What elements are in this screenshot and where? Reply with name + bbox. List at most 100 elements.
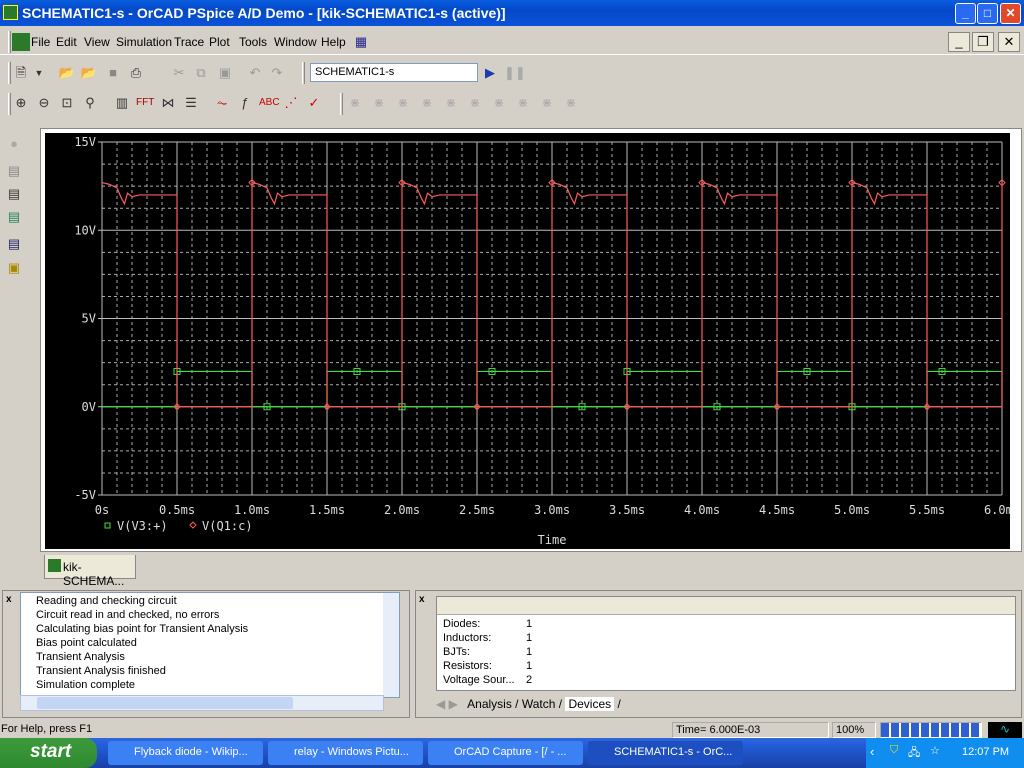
cursor-peak-icon[interactable]: ⋇ bbox=[346, 94, 364, 112]
task-button[interactable]: Flyback diode - Wikip... bbox=[108, 741, 263, 765]
next-transition-icon[interactable]: ⋇ bbox=[514, 94, 532, 112]
zoom-out-icon[interactable]: ⊖ bbox=[35, 94, 53, 112]
close-panel-icon[interactable]: x bbox=[419, 594, 425, 605]
chevron-down-icon[interactable]: ▼ bbox=[30, 64, 48, 82]
waveform-status-icon: ∿ bbox=[988, 722, 1022, 738]
prev-transition-icon[interactable]: ⋇ bbox=[538, 94, 556, 112]
x-axis-label: Time bbox=[538, 533, 567, 547]
schematic-icon[interactable]: ▣ bbox=[5, 259, 23, 277]
status-help: For Help, press F1 bbox=[1, 723, 93, 735]
sim-settings-icon[interactable]: ▤ bbox=[5, 162, 23, 180]
doc-restore-button[interactable]: ❐ bbox=[972, 32, 994, 52]
print-icon[interactable]: ⎙ bbox=[127, 64, 145, 82]
cursor-search-icon[interactable]: ⋇ bbox=[490, 94, 508, 112]
new-icon[interactable]: 🗎 bbox=[12, 64, 30, 82]
save-icon[interactable]: ■ bbox=[104, 64, 122, 82]
add-trace-icon[interactable]: ⏦ bbox=[213, 94, 231, 112]
menu-simulation[interactable]: Simulation bbox=[116, 35, 172, 49]
redo-icon[interactable]: ↷ bbox=[268, 64, 286, 82]
zoom-area-icon[interactable]: ⊡ bbox=[58, 94, 76, 112]
paste-icon[interactable]: ▣ bbox=[216, 64, 234, 82]
device-count: 1 bbox=[526, 618, 533, 630]
device-count: 2 bbox=[526, 674, 533, 686]
open-icon[interactable]: 📂 bbox=[58, 64, 76, 82]
log-x-icon[interactable]: ▥ bbox=[113, 94, 131, 112]
maximize-button[interactable]: □ bbox=[977, 3, 998, 24]
menu-view[interactable]: View bbox=[84, 35, 110, 49]
menu-help[interactable]: Help bbox=[321, 35, 346, 49]
view-sim-icon[interactable]: ▤ bbox=[5, 208, 23, 226]
mark-label-icon[interactable]: ⋇ bbox=[562, 94, 580, 112]
undo-icon[interactable]: ↶ bbox=[246, 64, 264, 82]
cursor-slope-icon[interactable]: ⋇ bbox=[394, 94, 412, 112]
close-button[interactable]: ✕ bbox=[1000, 3, 1021, 24]
mark-points-icon[interactable]: ⋰ bbox=[282, 94, 300, 112]
tray-expand-icon[interactable]: ‹ bbox=[870, 744, 874, 759]
tab-watch[interactable]: Watch bbox=[522, 697, 556, 711]
cursor-icon[interactable]: ✓ bbox=[305, 94, 323, 112]
zoom-fit-icon[interactable]: ⚲ bbox=[81, 94, 99, 112]
taskbar: start Flyback diode - Wikip... relay - W… bbox=[0, 738, 1024, 768]
legend-marker bbox=[104, 522, 111, 529]
cut-icon[interactable]: ✂ bbox=[170, 64, 188, 82]
label-icon[interactable]: ABC bbox=[259, 94, 280, 112]
simulation-profile-select[interactable]: SCHEMATIC1-s bbox=[310, 63, 478, 82]
doc-close-button[interactable]: ✕ bbox=[998, 32, 1020, 52]
vertical-scrollbar[interactable] bbox=[383, 593, 399, 697]
task-button[interactable]: OrCAD Capture - [/ - ... bbox=[428, 741, 583, 765]
probe-icon[interactable]: ● bbox=[5, 135, 23, 153]
log-y-icon[interactable]: ☰ bbox=[182, 94, 200, 112]
cursor-point-icon[interactable]: ⋇ bbox=[466, 94, 484, 112]
tab-analysis[interactable]: Analysis bbox=[467, 697, 512, 711]
log-line: Simulation complete bbox=[36, 679, 136, 691]
eval-goal-icon[interactable]: ƒ bbox=[236, 94, 254, 112]
cursor-min-icon[interactable]: ⋇ bbox=[418, 94, 436, 112]
menu-window[interactable]: Window bbox=[274, 35, 317, 49]
menu-plot[interactable]: Plot bbox=[209, 35, 230, 49]
clock: 12:07 PM bbox=[962, 746, 1010, 758]
view-output-icon[interactable]: ▤ bbox=[5, 185, 23, 203]
cursor-max-icon[interactable]: ⋇ bbox=[442, 94, 460, 112]
y-tick-label: 5V bbox=[82, 312, 96, 326]
fft-icon[interactable]: FFT bbox=[136, 94, 154, 112]
start-button[interactable]: start bbox=[0, 738, 97, 768]
device-count: 1 bbox=[526, 632, 533, 644]
messages-icon[interactable]: ▤ bbox=[5, 235, 23, 253]
network-icon[interactable]: 🖧 bbox=[908, 744, 920, 763]
performance-icon[interactable]: ⋈ bbox=[159, 94, 177, 112]
log-line: Calculating bias point for Transient Ana… bbox=[36, 623, 249, 635]
star-icon[interactable]: ☆ bbox=[930, 744, 940, 757]
close-panel-icon[interactable]: x bbox=[6, 594, 12, 605]
x-tick-label: 4.0ms bbox=[684, 503, 720, 517]
doc-minimize-button[interactable]: _ bbox=[948, 32, 970, 52]
tab-devices[interactable]: Devices bbox=[565, 697, 615, 711]
tab-scroll-right-icon[interactable]: ▶ bbox=[449, 697, 458, 711]
append-icon[interactable]: 📂 bbox=[80, 64, 98, 82]
menu-trace[interactable]: Trace bbox=[174, 35, 204, 49]
scrollbar-thumb[interactable] bbox=[37, 697, 293, 709]
minimize-button[interactable]: _ bbox=[955, 3, 976, 24]
security-icon[interactable]: ⛉ bbox=[890, 744, 898, 757]
device-name: Diodes: bbox=[443, 618, 481, 630]
device-count: 1 bbox=[526, 646, 533, 658]
copy-icon[interactable]: ⧉ bbox=[192, 64, 210, 82]
device-name: Resistors: bbox=[443, 660, 492, 672]
x-tick-label: 0s bbox=[95, 503, 109, 517]
plot-window-icon[interactable]: ▦ bbox=[352, 33, 370, 51]
tab-scroll-left-icon[interactable]: ◀ bbox=[436, 697, 445, 711]
waveform-plot[interactable]: 0s 0.5ms 1.0ms 1.5ms 2.0ms 2.5ms 3.0ms 3.5ms 4.0… bbox=[45, 133, 1010, 549]
zoom-in-icon[interactable]: ⊕ bbox=[12, 94, 30, 112]
log-line: Transient Analysis finished bbox=[36, 665, 166, 677]
pause-icon[interactable]: ❚❚ bbox=[504, 64, 526, 82]
menu-file[interactable]: File bbox=[31, 35, 50, 49]
task-button-active[interactable]: SCHEMATIC1-s - OrC... bbox=[588, 741, 743, 765]
horizontal-scrollbar[interactable] bbox=[20, 695, 384, 711]
menu-tools[interactable]: Tools bbox=[239, 35, 267, 49]
doc-tab[interactable]: kik-SCHEMA... bbox=[44, 555, 136, 588]
legend-marker bbox=[189, 521, 197, 529]
cursor-trough-icon[interactable]: ⋇ bbox=[370, 94, 388, 112]
menu-edit[interactable]: Edit bbox=[56, 35, 77, 49]
run-icon[interactable]: ▶ bbox=[481, 64, 499, 82]
progress-bar bbox=[880, 722, 982, 738]
task-button[interactable]: relay - Windows Pictu... bbox=[268, 741, 423, 765]
